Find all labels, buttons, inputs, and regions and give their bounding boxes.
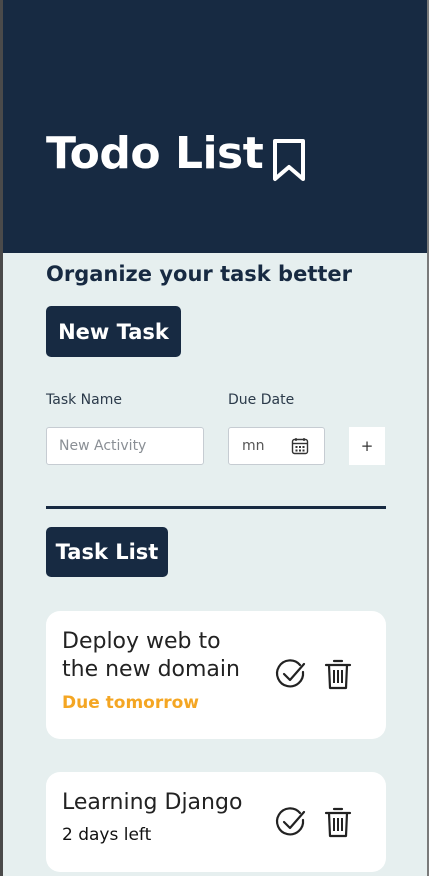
task-due: 2 days left [62,825,152,845]
due-date-label: Due Date [228,392,295,408]
bookmark-icon [273,139,305,181]
task-name-label: Task Name [46,392,122,408]
task-list-button[interactable]: Task List [46,527,168,577]
page-subtitle: Organize your task better [46,262,353,286]
trash-icon [324,807,352,838]
delete-task-button[interactable] [321,805,355,839]
section-divider [46,506,386,509]
complete-task-button[interactable] [274,657,308,691]
new-task-button[interactable]: New Task [46,306,181,357]
add-task-button[interactable]: + [349,427,385,465]
page-title: Todo List [46,128,264,179]
delete-task-button[interactable] [321,657,355,691]
due-date-input[interactable]: mn [228,427,325,465]
task-card: Deploy web to the new domain Due tomorro… [46,611,386,739]
page-header: Todo List [3,0,427,253]
check-circle-icon [276,659,306,688]
task-name-input[interactable] [46,427,204,465]
complete-task-button[interactable] [274,805,308,839]
check-circle-icon [276,807,306,836]
trash-icon [324,659,352,690]
task-due: Due tomorrow [62,693,200,713]
task-card: Learning Django 2 days left [46,772,386,872]
task-title: Deploy web to the new domain [62,629,240,682]
task-title: Learning Django [62,790,243,815]
due-date-value: mn [242,438,265,454]
calendar-icon[interactable] [291,437,309,455]
